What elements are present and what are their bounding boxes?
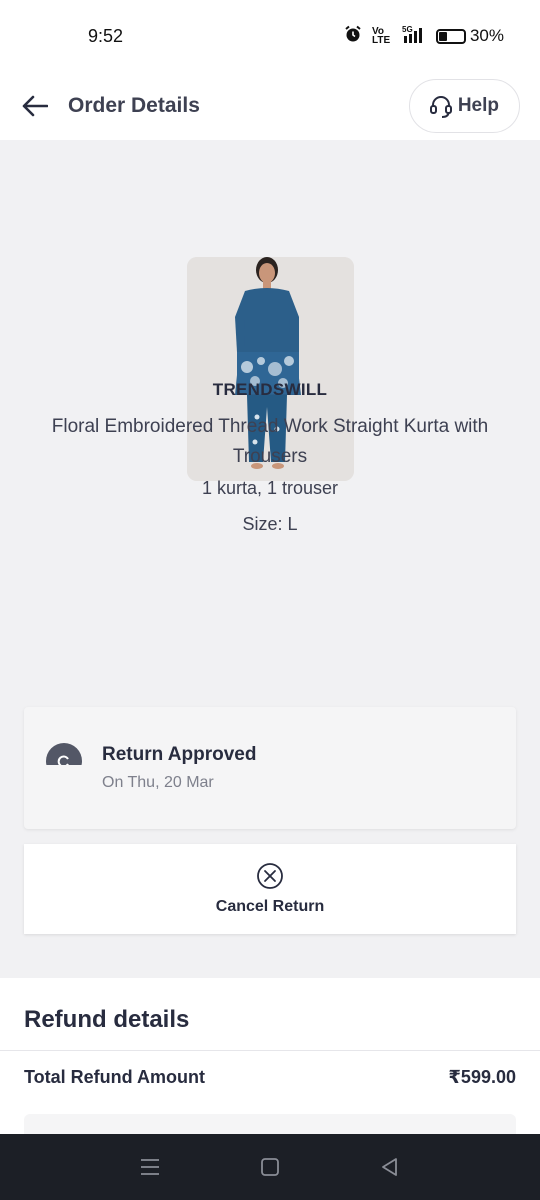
divider	[0, 1050, 540, 1051]
help-label: Help	[457, 95, 499, 116]
alarm-icon	[344, 25, 362, 47]
status-icons: Vo LTE 5G 30%	[344, 25, 504, 47]
product-size: Size: L	[242, 514, 298, 534]
square-icon	[261, 1158, 279, 1176]
arrow-left-icon	[22, 95, 48, 117]
home-button[interactable]	[250, 1147, 290, 1187]
refund-title: Refund details	[24, 1006, 190, 1033]
system-nav-bar	[0, 1134, 540, 1200]
total-refund-label: Total Refund Amount	[24, 1067, 205, 1087]
triangle-back-icon	[382, 1158, 397, 1176]
volte-icon: Vo LTE	[371, 26, 391, 46]
total-refund-amount: ₹599.00	[448, 1067, 516, 1087]
app-header: Order Details Help	[0, 72, 540, 140]
refund-section: Refund details Total Refund Amount ₹599.…	[0, 978, 540, 1144]
return-icon	[46, 743, 82, 765]
svg-text:5G: 5G	[402, 25, 413, 34]
battery-indicator: 30%	[435, 26, 504, 46]
product-name: Floral Embroidered Thread Work Straight …	[51, 416, 489, 467]
menu-icon	[141, 1159, 159, 1175]
cancel-return-label: Cancel Return	[215, 898, 325, 915]
battery-percent: 30%	[469, 26, 504, 45]
back-button[interactable]	[20, 91, 50, 121]
battery-fill	[438, 31, 447, 41]
close-circle-icon	[257, 863, 283, 889]
status-time: 9:52	[88, 25, 124, 46]
product-quantity: 1 kurta, 1 trouser	[201, 478, 339, 498]
status-bar: 9:52 Vo LTE 5G 30%	[0, 0, 540, 72]
page-title: Order Details	[68, 94, 200, 117]
product-brand: TRENDSWILL	[212, 380, 328, 399]
recent-apps-button[interactable]	[130, 1147, 170, 1187]
return-status-card: Return Approved On Thu, 20 Mar	[24, 707, 516, 829]
battery-icon	[435, 28, 466, 44]
signal-icon: 5G	[402, 25, 426, 47]
return-status-title: Return Approved	[102, 744, 257, 765]
back-nav-button[interactable]	[370, 1147, 410, 1187]
cancel-return-button[interactable]: Cancel Return	[24, 844, 516, 934]
return-status-date: On Thu, 20 Mar	[102, 774, 214, 791]
help-button[interactable]: Help	[408, 79, 520, 133]
headset-icon	[429, 96, 452, 118]
